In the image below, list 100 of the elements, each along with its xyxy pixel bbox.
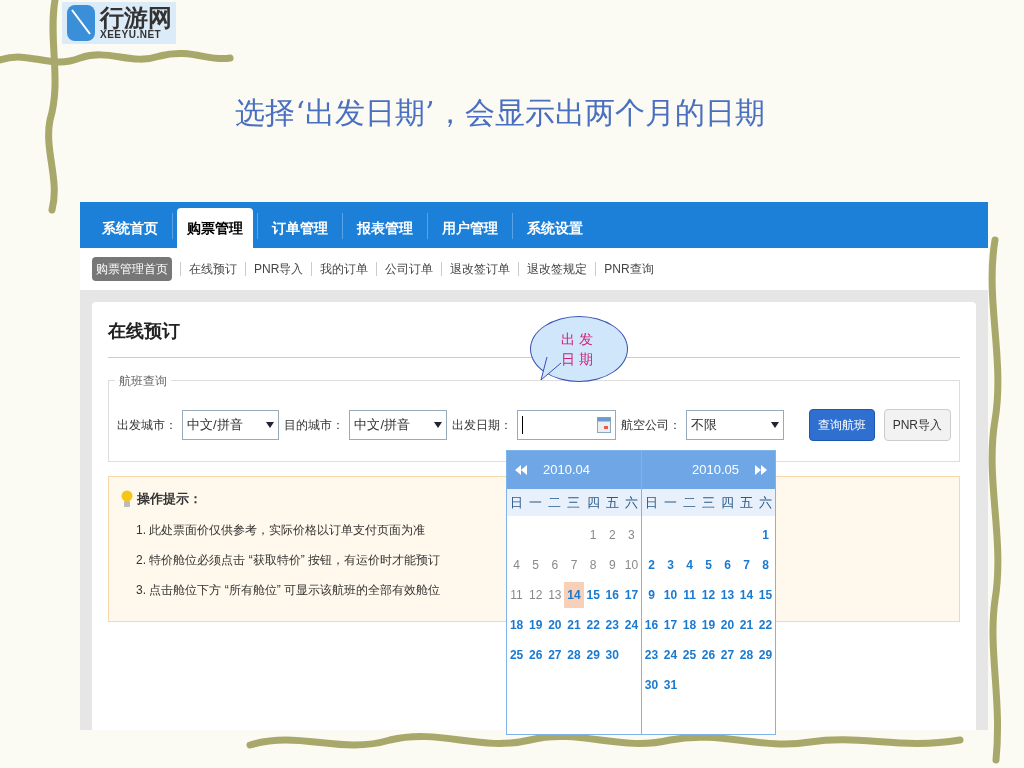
calendar-day[interactable]: 18	[507, 616, 527, 634]
calendar-day[interactable]: 12	[526, 586, 546, 604]
calendar-day[interactable]: 30	[602, 646, 622, 664]
calendar-day[interactable]: 7	[564, 556, 584, 574]
calendar-day[interactable]: 1	[756, 526, 775, 544]
calendar-day[interactable]: 15	[583, 586, 603, 604]
nav-tab[interactable]: 报表管理	[343, 208, 427, 248]
weekday-label: 五	[739, 493, 754, 512]
calendar-day[interactable]: 14	[737, 586, 756, 604]
calendar-day[interactable]: 26	[699, 646, 718, 664]
calendar-day[interactable]: 6	[545, 556, 565, 574]
calendar-day[interactable]: 6	[718, 556, 737, 574]
calendar-day[interactable]: 4	[680, 556, 699, 574]
weekday-label: 一	[528, 493, 544, 512]
calendar-day[interactable]: 21	[564, 616, 584, 634]
select-field[interactable]: 中文/拼音	[349, 410, 447, 440]
tip-text: 1. 此处票面价仅供参考，实际价格以订单支付页面为准	[136, 522, 426, 537]
tip-text: 3. 点击舱位下方 “所有舱位” 可显示该航班的全部有效舱位	[136, 582, 440, 597]
select-value: 中文/拼音	[187, 416, 243, 435]
calendar-day[interactable]: 3	[621, 526, 641, 544]
sub-nav-link[interactable]: 购票管理首页	[92, 257, 172, 281]
calendar-day[interactable]: 20	[718, 616, 737, 634]
weekday-label: 三	[566, 493, 582, 512]
calendar-day[interactable]: 29	[583, 646, 603, 664]
calendar-day[interactable]: 11	[680, 586, 699, 604]
logo-domain: XEEYU.NET	[100, 30, 162, 40]
calendar-day[interactable]: 2	[642, 556, 661, 574]
nav-tab[interactable]: 系统设置	[513, 208, 597, 248]
calendar-day[interactable]: 17	[621, 586, 641, 604]
sub-nav-link[interactable]: 退改签订单	[450, 260, 511, 278]
calendar-day[interactable]: 8	[583, 556, 603, 574]
calendar-day[interactable]: 10	[661, 586, 680, 604]
select-value: 中文/拼音	[354, 416, 411, 435]
double-left-arrow-icon[interactable]	[515, 465, 527, 475]
calendar-day[interactable]: 25	[507, 646, 527, 664]
logo-text: 行游网	[100, 6, 172, 30]
calendar-day[interactable]: 12	[699, 586, 718, 604]
calendar-day[interactable]: 4	[507, 556, 527, 574]
select-value: 不限	[691, 416, 718, 435]
calendar-day[interactable]: 19	[526, 616, 546, 634]
calendar-day[interactable]: 7	[737, 556, 756, 574]
weekday-label: 四	[585, 493, 601, 512]
calendar-day[interactable]: 5	[526, 556, 546, 574]
weekday-label: 二	[682, 493, 697, 512]
calendar-day[interactable]: 26	[526, 646, 546, 664]
calendar-day[interactable]: 22	[756, 616, 775, 634]
calendar-day[interactable]: 16	[642, 616, 661, 634]
double-right-arrow-icon[interactable]	[755, 465, 767, 475]
nav-tab[interactable]: 系统首页	[88, 208, 172, 248]
dropdown-arrow-icon	[433, 422, 442, 428]
calendar-day[interactable]: 8	[756, 556, 775, 574]
calendar-day[interactable]: 9	[602, 556, 622, 574]
calendar-day[interactable]: 15	[756, 586, 775, 604]
lightbulb-icon	[121, 489, 133, 508]
calendar-day[interactable]: 2	[602, 526, 622, 544]
calendar-day[interactable]: 24	[661, 646, 680, 664]
calendar-day[interactable]: 17	[661, 616, 680, 634]
calendar-day[interactable]: 16	[602, 586, 622, 604]
calendar-day[interactable]: 30	[642, 676, 661, 694]
search-button[interactable]: 查询航班	[808, 409, 875, 441]
calendar-day[interactable]: 1	[583, 526, 603, 544]
calendar-day[interactable]: 25	[680, 646, 699, 664]
select-field[interactable]: 中文/拼音	[182, 410, 280, 440]
select-field[interactable]: 不限	[686, 410, 784, 440]
calendar-day[interactable]: 28	[564, 646, 584, 664]
calendar-day[interactable]: 3	[661, 556, 680, 574]
calendar-day[interactable]: 29	[756, 646, 775, 664]
nav-tab[interactable]: 购票管理	[177, 208, 253, 248]
calendar-day[interactable]: 31	[661, 676, 680, 694]
nav-tab[interactable]: 订单管理	[258, 208, 342, 248]
weekday-label: 六	[758, 493, 773, 512]
calendar-day[interactable]: 13	[718, 586, 737, 604]
calendar-day[interactable]: 21	[737, 616, 756, 634]
calendar-day[interactable]: 13	[545, 586, 565, 604]
sub-nav-link[interactable]: 我的订单	[320, 260, 369, 278]
calendar-day[interactable]: 23	[602, 616, 622, 634]
calendar-day[interactable]: 10	[621, 556, 641, 574]
calendar-day[interactable]: 18	[680, 616, 699, 634]
calendar-day[interactable]: 24	[621, 616, 641, 634]
date-field[interactable]	[516, 410, 617, 440]
sub-nav-link[interactable]: 公司订单	[385, 260, 434, 278]
calendar-day[interactable]: 11	[507, 586, 527, 604]
calendar-day[interactable]: 5	[699, 556, 718, 574]
calendar-day[interactable]: 9	[642, 586, 661, 604]
nav-tab[interactable]: 用户管理	[428, 208, 512, 248]
sub-nav-link[interactable]: 退改签规定	[527, 260, 588, 278]
calendar-day[interactable]: 28	[737, 646, 756, 664]
calendar-day[interactable]: 20	[545, 616, 565, 634]
search-button[interactable]: PNR导入	[883, 409, 951, 441]
sub-nav-link[interactable]: 在线预订	[189, 260, 237, 278]
calendar-day[interactable]: 22	[583, 616, 603, 634]
calendar-day[interactable]: 14	[564, 582, 584, 608]
sub-nav-link[interactable]: PNR导入	[254, 260, 304, 278]
field-label: 目的城市：	[284, 417, 345, 434]
sub-nav-link[interactable]: PNR查询	[604, 260, 654, 278]
calendar-day[interactable]: 19	[699, 616, 718, 634]
calendar-day[interactable]: 27	[545, 646, 565, 664]
calendar-day[interactable]: 23	[642, 646, 661, 664]
weekday-label: 三	[701, 493, 716, 512]
calendar-day[interactable]: 27	[718, 646, 737, 664]
